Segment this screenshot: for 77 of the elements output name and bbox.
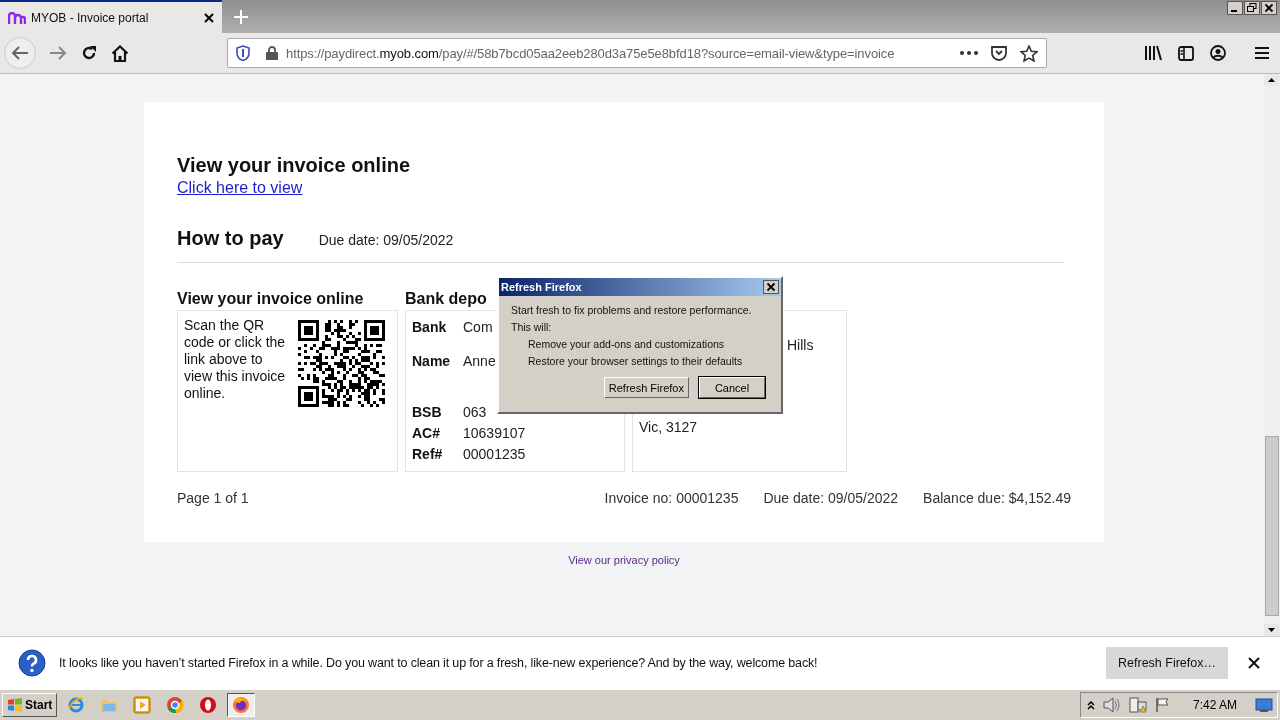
field-value: 10639107 <box>463 424 526 441</box>
show-desktop-icon[interactable] <box>1255 697 1273 713</box>
url-text: https://paydirect.myob.com/pay/#/58b7bcd05aa2eeb280d3a75e5e8bfd18?source=email-view&type=invoice <box>286 45 896 61</box>
logo-icon <box>8 11 26 24</box>
column-heading: View your invoice online <box>177 290 364 307</box>
home-icon[interactable] <box>111 44 129 62</box>
dialog-button[interactable]: Refresh Firefox <box>603 377 689 398</box>
section-heading: How to pay <box>177 227 284 250</box>
clock: 7:42 AM <box>1192 698 1237 712</box>
chevron-up-icon[interactable] <box>1086 700 1095 710</box>
tab-title: MYOB - Invoice portal <box>31 10 150 25</box>
dialog-message: This will: <box>511 321 553 335</box>
close-icon[interactable] <box>1248 656 1260 669</box>
pocket-icon[interactable] <box>990 45 1008 61</box>
shield-icon[interactable] <box>236 45 250 61</box>
field-label: Ref# <box>412 445 444 462</box>
invoice-number: Invoice no: 00001235 <box>604 490 739 506</box>
library-icon[interactable] <box>1144 45 1162 61</box>
privacy-link[interactable]: View our privacy policy <box>568 554 680 566</box>
address-line: Vic, 3127 <box>639 419 698 435</box>
back-button[interactable] <box>4 37 36 69</box>
close-icon[interactable] <box>763 280 779 294</box>
dialog-title: Refresh Firefox <box>501 281 582 293</box>
account-icon[interactable] <box>1210 45 1226 61</box>
more-icon[interactable] <box>960 51 978 55</box>
scroll-thumb[interactable] <box>1265 436 1279 616</box>
close-icon[interactable] <box>1261 1 1277 15</box>
back-arrow-icon <box>11 45 29 61</box>
dialog-message: Start fresh to fix problems and restore performance. <box>511 304 753 318</box>
minimize-icon[interactable] <box>1227 1 1243 15</box>
field-label: AC# <box>412 424 441 441</box>
balance-due: Balance due: $4,152.49 <box>923 490 1071 506</box>
taskbar-app[interactable] <box>227 693 256 717</box>
field-value: Anne <box>463 352 496 369</box>
field-label: Bank <box>412 318 448 335</box>
star-icon[interactable] <box>1020 44 1038 62</box>
firefox-icon <box>232 696 251 714</box>
page-number: Page 1 of 1 <box>177 490 249 506</box>
due-date: Due date: 09/05/2022 <box>763 490 899 506</box>
field-value: 00001235 <box>463 445 526 462</box>
speaker-icon[interactable] <box>1102 697 1121 713</box>
address-bar[interactable]: https://paydirect.myob.com/pay/#/58b7bcd05aa2eeb280d3a75e5e8bfd18?source=email-view&type=invoice <box>227 38 1047 68</box>
section-heading: View your invoice online <box>177 154 412 177</box>
reload-icon[interactable] <box>81 45 97 61</box>
browser-icon <box>67 696 86 714</box>
media-player-icon <box>133 696 152 714</box>
field-label: BSB <box>412 403 443 420</box>
menu-icon[interactable] <box>1254 46 1270 60</box>
field-value: Com <box>463 318 493 335</box>
network-warning-icon[interactable] <box>1128 697 1147 713</box>
padlock-icon[interactable] <box>266 46 278 60</box>
windows-logo-icon <box>7 697 23 713</box>
scrollbar[interactable] <box>1264 74 1280 636</box>
opera-icon <box>199 696 218 714</box>
dialog-list-item: Restore your browser settings to their defaults <box>527 355 744 369</box>
field-label: Name <box>412 352 452 369</box>
qr-instructions: Scan the QR code or click the link above to view this invoice online. <box>184 317 287 403</box>
chrome-icon <box>166 696 185 714</box>
view-link[interactable]: Click here to view <box>177 179 303 197</box>
flag-icon[interactable] <box>1154 697 1171 713</box>
start-button[interactable]: Start <box>2 693 58 717</box>
column-heading: Bank depo <box>405 290 487 307</box>
new-tab-icon[interactable] <box>234 10 248 24</box>
sidebar-icon[interactable] <box>1178 45 1194 61</box>
scroll-down-icon <box>1264 624 1279 636</box>
restore-icon[interactable] <box>1244 1 1260 15</box>
due-date: Due date: 09/05/2022 <box>318 232 454 248</box>
forward-arrow-icon[interactable] <box>49 45 67 61</box>
refresh-button[interactable]: Refresh Firefox… <box>1106 646 1228 679</box>
close-icon[interactable] <box>204 12 214 23</box>
dialog-list-item: Remove your add-ons and customizations <box>527 338 726 352</box>
address-line: Hills <box>787 337 814 353</box>
field-value: 063 <box>463 403 487 420</box>
notification-message: It looks like you haven’t started Firefox in a while. Do you want to clean it up for a fresh, like-new experience? And by the way, welcome back! <box>59 655 818 670</box>
help-icon <box>18 648 46 677</box>
browser-tab[interactable]: MYOB - Invoice portal <box>0 0 222 33</box>
dialog-button[interactable]: Cancel <box>699 377 765 398</box>
